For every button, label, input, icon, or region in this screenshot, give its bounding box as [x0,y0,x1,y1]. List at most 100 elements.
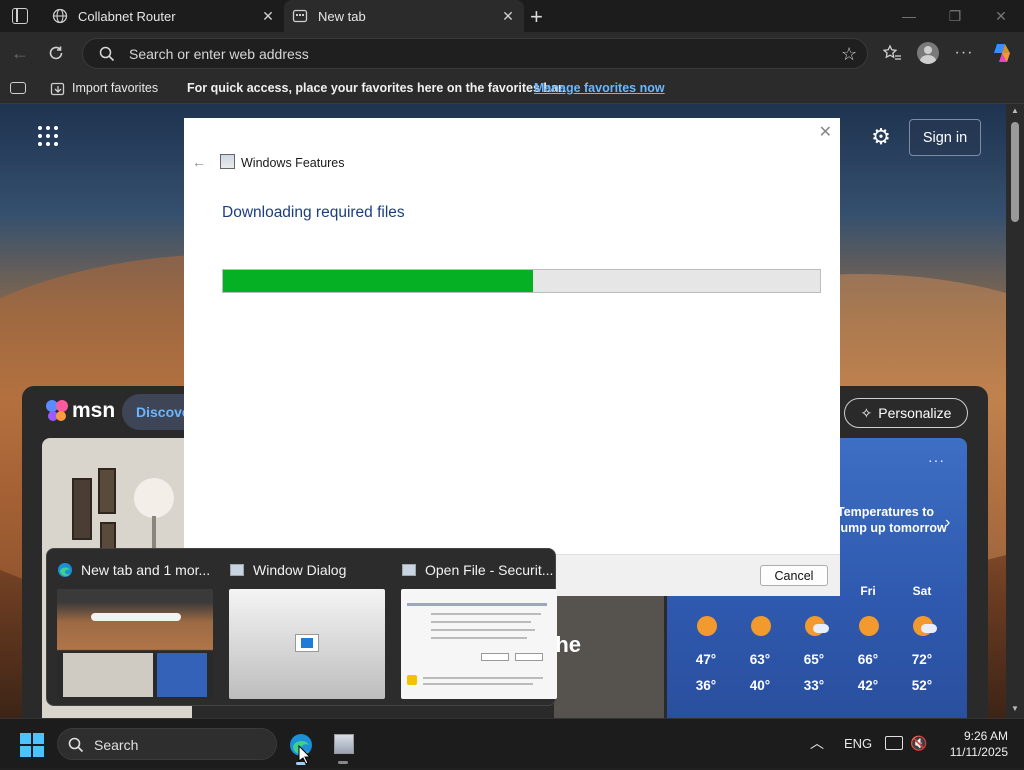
favorite-star-icon[interactable]: ☆ [841,44,857,65]
gear-icon[interactable]: ⚙ [868,124,894,150]
news-card[interactable]: the [548,596,664,718]
weather-high: 63° [749,652,771,667]
sign-in-button[interactable]: Sign in [909,119,981,156]
picture-frame [98,468,116,514]
preview-edge-window[interactable]: New tab and 1 mor... [47,549,215,707]
sun-icon [751,616,771,636]
weather-low: 33° [803,678,825,693]
navigation-bar: ← Search or enter web address ☆ ··· [0,32,1024,74]
profile-avatar[interactable] [914,39,942,67]
window-icon [401,562,417,578]
favorites-bar: Import favorites For quick access, place… [0,74,1024,104]
sparkle-icon: ✧ [860,404,873,421]
personalize-label: Personalize [878,405,952,421]
weather-headline: Temperatures to jump up tomorrow [837,505,947,535]
scroll-down-icon[interactable]: ▼ [1011,704,1019,713]
search-icon [99,46,115,67]
favorites-icon[interactable] [878,39,906,67]
more-options-icon[interactable]: ··· [950,39,978,67]
window-icon [229,562,245,578]
title-bar: Collabnet Router ✕ New tab ✕ + — ❐ ✕ [0,0,1024,32]
edge-icon [57,562,73,578]
language-indicator[interactable]: ENG [844,736,872,751]
chevron-up-icon[interactable]: ︿ [810,733,824,753]
preview-open-file-security[interactable]: Open File - Securit... [391,549,559,707]
windows-features-taskbar-icon[interactable] [332,732,356,764]
weather-low: 42° [857,678,879,693]
weather-low: 36° [695,678,717,693]
personalize-button[interactable]: ✧ Personalize [844,398,968,428]
manage-favorites-link[interactable]: Manage favorites now [534,81,665,95]
dialog-title: Windows Features [241,156,345,170]
weather-day-label: Sat [912,584,932,598]
close-tab-icon[interactable]: ✕ [260,8,276,24]
taskbar-search-box[interactable]: Search [57,728,277,760]
weather-day-label: Fri [860,584,876,598]
import-favorites-button[interactable]: Import favorites [72,81,158,95]
address-placeholder: Search or enter web address [129,46,309,62]
lamp-shade [134,478,174,518]
progress-fill [223,270,534,292]
scroll-up-icon[interactable]: ▲ [1011,106,1019,115]
minimize-button[interactable]: — [886,0,932,32]
dialog-heading: Downloading required files [222,204,405,221]
refresh-icon[interactable] [42,39,70,67]
tab-new-tab[interactable]: New tab ✕ [284,0,524,32]
new-tab-plus-icon[interactable]: + [530,4,543,30]
newtab-icon [292,8,308,24]
weather-high: 66° [857,652,879,667]
preview-title: Window Dialog [253,562,347,578]
apps-grid-icon[interactable] [36,124,60,148]
speaker-icon[interactable]: 🔇 [910,735,927,752]
close-icon[interactable]: ✕ [819,122,832,142]
msn-butterfly-icon [46,400,68,421]
more-options-icon[interactable]: ··· [928,452,945,468]
tab-collabnet-router[interactable]: Collabnet Router ✕ [44,0,284,32]
taskbar-search-label: Search [94,737,139,753]
windows-features-dialog: ✕ ← Windows Features Downloading require… [184,118,840,596]
weather-high: 72° [911,652,933,667]
windows-features-icon [220,154,235,169]
clock-time: 9:26 AM [963,729,1008,743]
msn-logo: msn [44,398,115,424]
back-arrow-icon[interactable]: ← [192,154,206,170]
tab-label: Collabnet Router [78,8,176,24]
partly-cloudy-icon [805,616,829,636]
address-bar[interactable]: Search or enter web address ☆ [82,38,868,69]
chevron-right-icon[interactable]: › [945,514,950,532]
weather-low: 52° [911,678,933,693]
preview-thumbnail [57,589,213,699]
sun-icon [697,616,717,636]
clock-date: 11/11/2025 [949,745,1008,759]
tab-actions-icon[interactable] [12,8,28,24]
sun-icon [859,616,879,636]
page-scrollbar[interactable]: ▲ ▼ [1006,104,1024,718]
scroll-thumb[interactable] [1011,122,1019,222]
weather-high: 47° [695,652,717,667]
tab-label: New tab [318,8,366,24]
close-window-button[interactable]: ✕ [978,0,1024,32]
copilot-icon[interactable] [988,39,1016,67]
collections-icon[interactable] [10,82,26,94]
back-icon[interactable]: ← [6,39,34,67]
partly-cloudy-icon [913,616,937,636]
globe-icon [52,8,68,24]
close-tab-icon[interactable]: ✕ [500,8,516,24]
favorites-bar-message: For quick access, place your favorites h… [187,81,566,95]
search-icon [68,737,84,758]
display-icon[interactable] [885,736,903,750]
cancel-button[interactable]: Cancel [760,565,828,586]
clock[interactable]: 9:26 AM 11/11/2025 [938,728,1008,760]
progress-bar [222,269,821,293]
restore-button[interactable]: ❐ [932,0,978,32]
preview-thumbnail [229,589,385,699]
windows-start-icon[interactable] [20,733,44,757]
taskbar: Search ︿ ENG 🔇 9:26 AM 11/11/2025 [0,718,1024,768]
weather-low: 40° [749,678,771,693]
preview-window-dialog[interactable]: Window Dialog [219,549,387,707]
import-icon [50,81,66,100]
taskbar-preview-popup: New tab and 1 mor... Window Dialog Open … [46,548,559,707]
preview-title: Open File - Securit... [425,562,554,578]
mouse-cursor-icon [298,744,312,770]
running-indicator [338,761,348,764]
